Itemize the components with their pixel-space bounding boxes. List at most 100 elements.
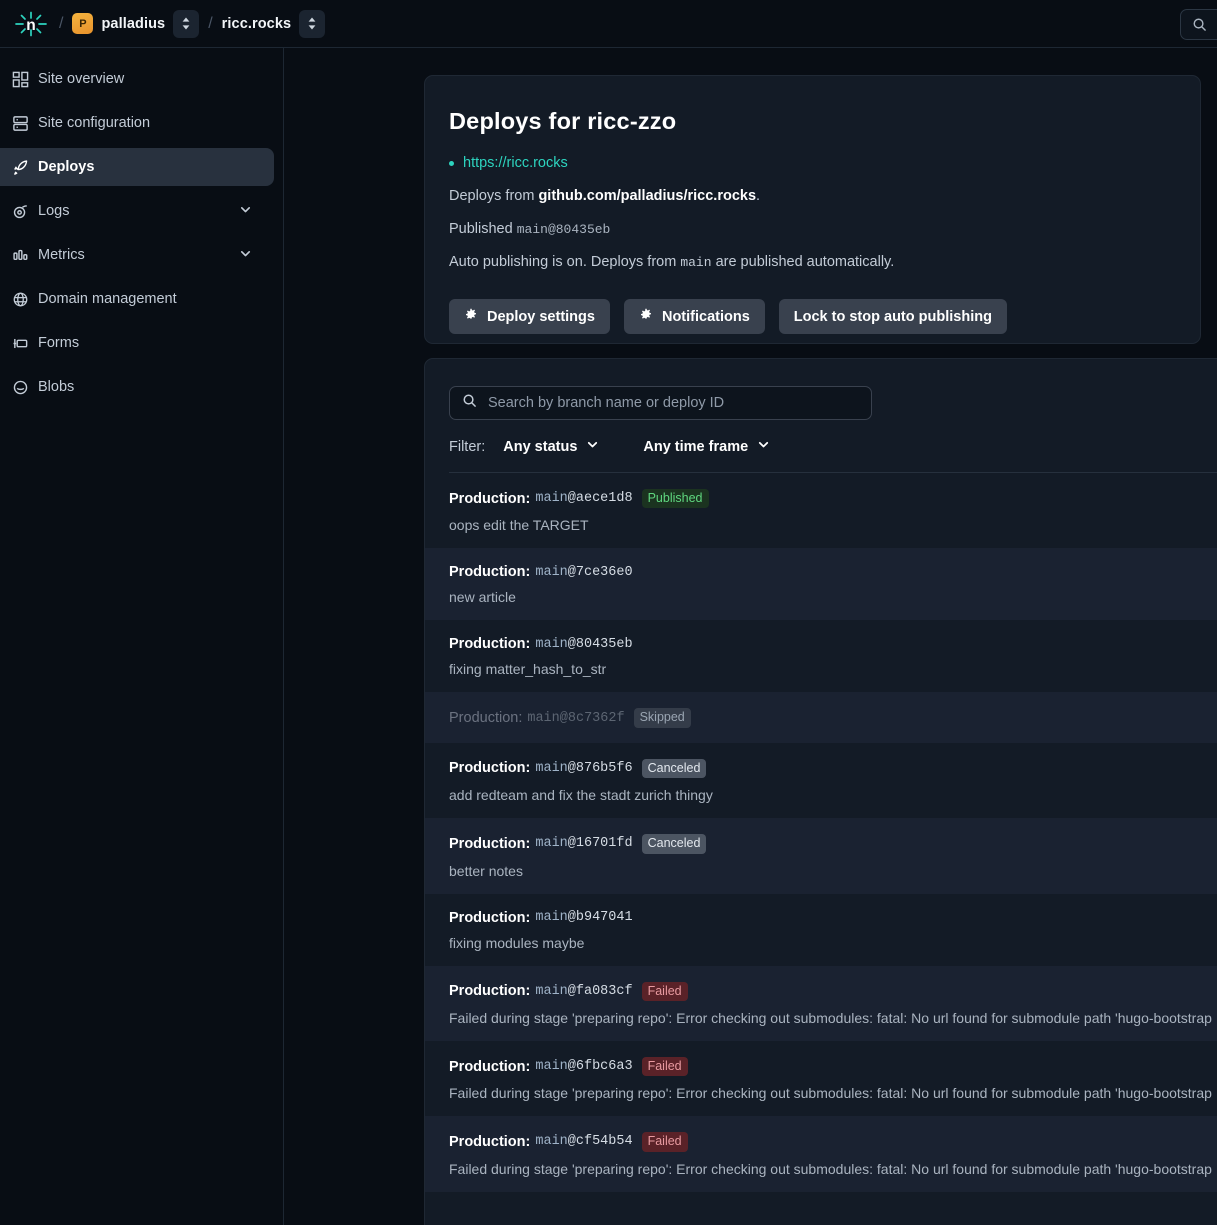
repo-link[interactable]: github.com/palladius/ricc.rocks: [538, 188, 756, 204]
sidebar-item-forms[interactable]: Forms: [0, 324, 274, 362]
deploy-branch: main: [535, 1134, 568, 1150]
status-filter-dropdown[interactable]: Any status: [503, 438, 599, 455]
deploy-row[interactable]: Production: main@aece1d8 Published oops edi…: [425, 473, 1217, 548]
sidebar-item-label: Forms: [38, 335, 80, 351]
deploy-context-colon: :: [525, 909, 531, 926]
deploy-message: new article: [449, 589, 516, 606]
search-input[interactable]: [488, 395, 859, 411]
deploy-context-colon: :: [518, 710, 523, 727]
team-avatar: P: [72, 13, 94, 34]
breadcrumb-separator-1: /: [59, 14, 64, 32]
deploy-branch: main: [527, 710, 560, 726]
chevron-down-icon[interactable]: [239, 247, 252, 264]
deploys-from-suffix: .: [756, 188, 761, 204]
deploy-commit: main@80435eb: [535, 636, 633, 652]
deploy-context: Production: [449, 1133, 526, 1150]
sidebar-item-label: Site configuration: [38, 115, 151, 131]
deploy-branch: main: [535, 983, 568, 999]
status-badge: Failed: [641, 981, 688, 1001]
deploy-row[interactable]: Production: main@7ce36e0 new article: [425, 548, 1217, 621]
timeframe-filter-label: Any time frame: [643, 438, 749, 455]
deploy-context: Production: [449, 909, 526, 926]
deploy-message: Failed during stage 'preparing repo': Er…: [449, 1160, 1212, 1177]
deploy-row-header: Production: main@876b5f6 Canceled: [449, 758, 1217, 779]
deploy-row[interactable]: Production: main@cf54b54 Failed Failed duri…: [425, 1116, 1217, 1192]
published-line: Published main@80435eb: [449, 221, 1200, 237]
deploy-context: Production: [449, 835, 526, 852]
deploy-row[interactable]: Production: main@fa083cf Failed Failed duri…: [425, 965, 1217, 1041]
published-at: @: [547, 222, 556, 237]
chevron-updown-icon: [182, 17, 190, 30]
deploy-row-header: Production: main@cf54b54 Failed: [449, 1132, 1217, 1152]
deploy-summary-card: Deploys for ricc-zzo https://ricc.rocks …: [424, 75, 1201, 344]
deploy-branch: main: [535, 491, 568, 507]
sidebar-item-blobs[interactable]: Blobs: [0, 368, 274, 406]
sidebar-item-metrics[interactable]: Metrics: [0, 236, 274, 274]
global-search-button[interactable]: [1180, 9, 1217, 40]
deploy-context-colon: :: [525, 835, 531, 852]
deploys-from-line: Deploys from github.com/palladius/ricc.r…: [449, 188, 1200, 204]
status-badge: Published: [641, 489, 709, 509]
deploy-context-colon: :: [525, 564, 531, 581]
deploy-branch: main: [535, 564, 568, 580]
lock-auto-publishing-button[interactable]: Lock to stop auto publishing: [778, 299, 1007, 334]
deploy-row[interactable]: Production: main@876b5f6 Canceled add redte…: [425, 743, 1217, 818]
site-selector-button[interactable]: [299, 9, 326, 38]
chevron-down-icon: [757, 438, 770, 455]
deploy-context: Production: [449, 710, 519, 727]
sidebar-item-label: Logs: [38, 203, 70, 219]
site-name[interactable]: ricc.rocks: [222, 16, 292, 32]
sidebar-item-site-overview[interactable]: Site overview: [0, 60, 274, 98]
auto-publish-branch: main: [680, 255, 712, 270]
sidebar-item-deploys[interactable]: Deploys: [0, 148, 274, 186]
deploys-from-prefix: Deploys from: [449, 188, 539, 204]
deploy-commit: main@fa083cf: [535, 983, 633, 999]
gear-icon: [464, 308, 478, 326]
sidebar-item-label: Blobs: [38, 379, 75, 395]
sidebar-item-domain-management[interactable]: Domain management: [0, 280, 274, 318]
team-selector-button[interactable]: [173, 9, 200, 38]
sidebar: Site overview Site configuration Deploys: [0, 48, 284, 1225]
timeframe-filter-dropdown[interactable]: Any time frame: [643, 438, 770, 455]
chevron-down-icon[interactable]: [239, 203, 252, 220]
server-icon: [12, 115, 38, 132]
deploy-message: fixing modules maybe: [449, 934, 585, 951]
status-filter-label: Any status: [503, 438, 578, 455]
netlify-logo-icon[interactable]: n: [12, 9, 50, 39]
bar-chart-icon: [12, 247, 38, 264]
status-badge: Skipped: [633, 708, 691, 728]
deploy-context: Production: [449, 636, 526, 653]
search-box[interactable]: [449, 386, 872, 420]
deploy-message: Failed during stage 'preparing repo': Er…: [449, 1085, 1212, 1102]
deploy-row-header: Production: main@80435eb: [449, 636, 1217, 652]
notifications-button[interactable]: Notifications: [623, 299, 765, 334]
deploy-row-header: Production: main@fa083cf Failed: [449, 981, 1217, 1001]
deploy-branch: main: [535, 1059, 568, 1075]
filter-label: Filter:: [449, 438, 486, 455]
status-badge: Canceled: [641, 834, 707, 854]
deploy-branch: main: [535, 910, 568, 925]
sidebar-item-logs[interactable]: Logs: [0, 192, 274, 230]
deploy-row[interactable]: Production: main@8c7362f Skipped: [425, 692, 1217, 743]
app-root: n / P palladius / ricc.rocks Site overvi…: [0, 0, 1217, 1225]
page-title: Deploys for ricc-zzo: [449, 108, 677, 134]
auto-publish-prefix: Auto publishing is on. Deploys from: [449, 254, 681, 270]
deploy-row[interactable]: Production: main@6fbc6a3 Failed Failed duri…: [425, 1041, 1217, 1116]
deploy-branch: main: [535, 836, 568, 852]
sidebar-item-site-configuration[interactable]: Site configuration: [0, 104, 274, 142]
search-icon: [462, 393, 477, 413]
deploy-row-header: Production: main@aece1d8 Published: [449, 489, 1217, 509]
filter-row: Filter: Any status Any time frame: [425, 420, 1217, 455]
breadcrumb-team[interactable]: P palladius: [72, 13, 165, 34]
team-name: palladius: [101, 15, 166, 32]
svg-text:n: n: [26, 17, 35, 34]
deploy-row[interactable]: Production: main@16701fd Canceled better no…: [425, 818, 1217, 894]
button-label: Lock to stop auto publishing: [793, 308, 992, 325]
site-url-link[interactable]: https://ricc.rocks: [463, 155, 568, 171]
deploy-message: oops edit the TARGET: [449, 517, 589, 534]
deploy-row[interactable]: Production: main@80435eb fixing matter_has…: [425, 620, 1217, 692]
deploy-branch: main: [535, 760, 568, 776]
sidebar-item-label: Site overview: [38, 71, 125, 87]
deploy-settings-button[interactable]: Deploy settings: [449, 299, 610, 334]
deploy-row[interactable]: Production: main@b947041 fixing modules ma…: [425, 894, 1217, 966]
